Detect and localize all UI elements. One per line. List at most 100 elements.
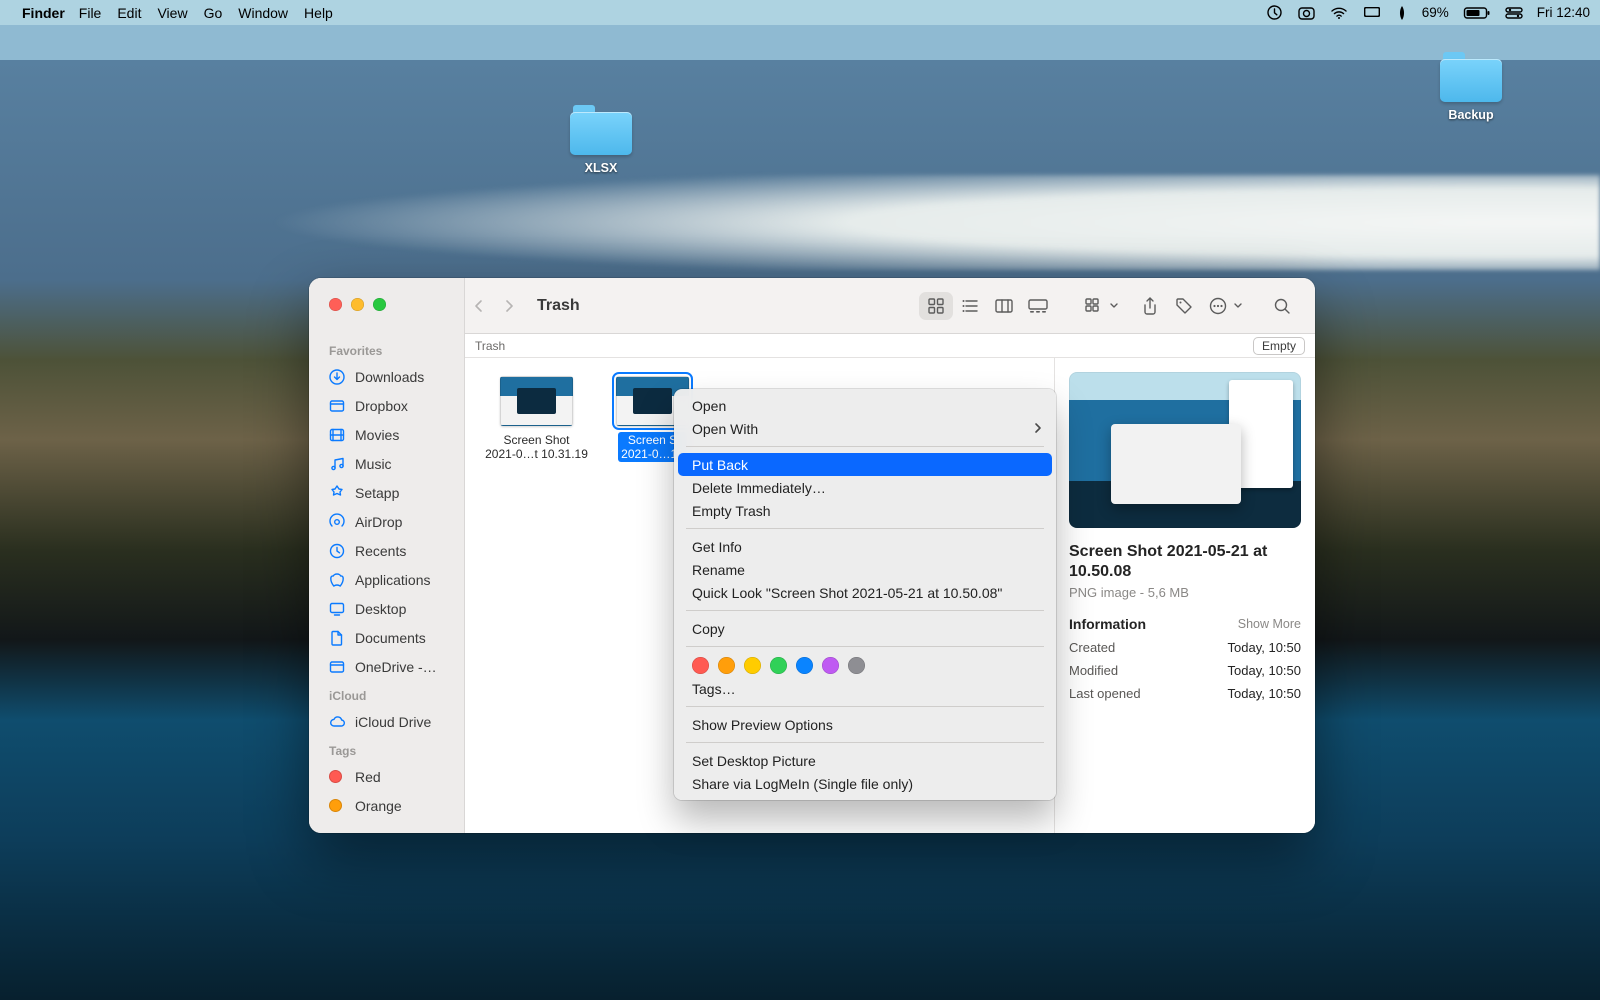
sidebar-item[interactable]: Recents: [309, 536, 464, 565]
preview-show-more[interactable]: Show More: [1238, 617, 1301, 631]
tag-color-dot[interactable]: [848, 657, 865, 674]
tag-dot-icon: [329, 770, 342, 783]
ctx-set-desktop-picture[interactable]: Set Desktop Picture: [674, 749, 1056, 772]
preview-info-row: Last opened Today, 10:50: [1069, 686, 1301, 701]
path-bar-location: Trash: [475, 339, 505, 353]
view-switcher: [919, 292, 1055, 320]
sidebar-item[interactable]: Movies: [309, 420, 464, 449]
sidebar-item[interactable]: Downloads: [309, 362, 464, 391]
sidebar-item-label: Movies: [355, 427, 399, 443]
menubar-item-file[interactable]: File: [79, 5, 102, 21]
ctx-open[interactable]: Open: [674, 394, 1056, 417]
ctx-share-logmein[interactable]: Share via LogMeIn (Single file only): [674, 772, 1056, 795]
file-thumbnail: [500, 376, 573, 426]
sidebar-item-label: Applications: [355, 572, 431, 588]
setapp-icon: [327, 483, 346, 502]
sidebar-header-tags: Tags: [309, 736, 464, 762]
action-menu-button[interactable]: [1201, 292, 1243, 320]
dropbox-icon: [327, 396, 346, 415]
desktop-folder-label: XLSX: [556, 161, 646, 175]
ctx-put-back[interactable]: Put Back: [678, 453, 1052, 476]
ctx-separator: [686, 610, 1044, 611]
menubar-clock[interactable]: Fri 12:40: [1537, 5, 1590, 20]
extra-status-icon[interactable]: [1396, 5, 1408, 21]
ctx-open-with[interactable]: Open With: [674, 417, 1056, 440]
preview-info-key: Last opened: [1069, 686, 1141, 701]
display-status-icon[interactable]: [1362, 5, 1382, 20]
menubar-item-view[interactable]: View: [157, 5, 187, 21]
ctx-delete-immediately[interactable]: Delete Immediately…: [674, 476, 1056, 499]
menubar-item-help[interactable]: Help: [304, 5, 333, 21]
sidebar-item[interactable]: Applications: [309, 565, 464, 594]
view-icon-button[interactable]: [919, 292, 953, 320]
ctx-empty-trash[interactable]: Empty Trash: [674, 499, 1056, 522]
preview-info-value: Today, 10:50: [1228, 686, 1301, 701]
sidebar-item[interactable]: Red: [309, 762, 464, 791]
sidebar-item[interactable]: Orange: [309, 791, 464, 820]
battery-icon[interactable]: [1463, 6, 1491, 20]
tags-button[interactable]: [1167, 292, 1201, 320]
documents-icon: [327, 628, 346, 647]
sidebar-item[interactable]: Music: [309, 449, 464, 478]
group-by-button[interactable]: [1077, 292, 1119, 320]
folder-icon: [1440, 52, 1502, 102]
ctx-quick-look[interactable]: Quick Look "Screen Shot 2021-05-21 at 10…: [674, 581, 1056, 604]
preview-info-key: Modified: [1069, 663, 1118, 678]
tag-color-dot[interactable]: [744, 657, 761, 674]
context-menu: Open Open With Put Back Delete Immediate…: [674, 389, 1056, 800]
sidebar-item[interactable]: iCloud Drive: [309, 707, 464, 736]
view-list-button[interactable]: [953, 292, 987, 320]
ctx-tag-colors: [674, 653, 1056, 677]
sidebar-item[interactable]: Documents: [309, 623, 464, 652]
sidebar-item[interactable]: AirDrop: [309, 507, 464, 536]
battery-text[interactable]: 69%: [1422, 5, 1449, 20]
tag-color-dot[interactable]: [770, 657, 787, 674]
empty-trash-button[interactable]: Empty: [1253, 337, 1305, 355]
menubar-item-edit[interactable]: Edit: [117, 5, 141, 21]
control-center-icon[interactable]: [1505, 7, 1523, 19]
nav-back-button[interactable]: [465, 291, 493, 321]
wifi-icon[interactable]: [1330, 6, 1348, 20]
ctx-copy[interactable]: Copy: [674, 617, 1056, 640]
tag-color-dot[interactable]: [718, 657, 735, 674]
camera-status-icon[interactable]: [1297, 5, 1316, 21]
apps-icon: [327, 570, 346, 589]
menubar-app-name[interactable]: Finder: [22, 5, 65, 21]
desktop-folder[interactable]: Backup: [1426, 52, 1516, 122]
nav-forward-button[interactable]: [495, 291, 523, 321]
tag-color-dot[interactable]: [822, 657, 839, 674]
path-bar: Trash Empty: [465, 334, 1315, 358]
sidebar-item-label: Documents: [355, 630, 426, 646]
search-button[interactable]: [1265, 292, 1299, 320]
preview-thumbnail: [1069, 372, 1301, 528]
sidebar-item[interactable]: Setapp: [309, 478, 464, 507]
ctx-show-preview-options[interactable]: Show Preview Options: [674, 713, 1056, 736]
desktop-folder-label: Backup: [1426, 108, 1516, 122]
tag-color-dot[interactable]: [796, 657, 813, 674]
view-column-button[interactable]: [987, 292, 1021, 320]
ctx-tags[interactable]: Tags…: [674, 677, 1056, 700]
sidebar-item[interactable]: Dropbox: [309, 391, 464, 420]
sidebar-item-label: iCloud Drive: [355, 714, 431, 730]
window-zoom-button[interactable]: [373, 298, 386, 311]
sidebar-item[interactable]: OneDrive -…: [309, 652, 464, 681]
movies-icon: [327, 425, 346, 444]
menubar-item-window[interactable]: Window: [238, 5, 288, 21]
ctx-separator: [686, 706, 1044, 707]
share-button[interactable]: [1133, 292, 1167, 320]
menubar-item-go[interactable]: Go: [204, 5, 223, 21]
file-item[interactable]: Screen Shot 2021-0…t 10.31.19: [479, 376, 594, 463]
ctx-get-info[interactable]: Get Info: [674, 535, 1056, 558]
sidebar-item[interactable]: Desktop: [309, 594, 464, 623]
view-gallery-button[interactable]: [1021, 292, 1055, 320]
ctx-separator: [686, 528, 1044, 529]
clock-extra-icon[interactable]: [1266, 4, 1283, 21]
preview-info-key: Created: [1069, 640, 1115, 655]
desktop-folder[interactable]: XLSX: [556, 105, 646, 175]
window-minimize-button[interactable]: [351, 298, 364, 311]
ctx-rename[interactable]: Rename: [674, 558, 1056, 581]
preview-info-row: ModifiedToday, 10:50: [1069, 663, 1301, 678]
window-close-button[interactable]: [329, 298, 342, 311]
tag-color-dot[interactable]: [692, 657, 709, 674]
ctx-separator: [686, 742, 1044, 743]
